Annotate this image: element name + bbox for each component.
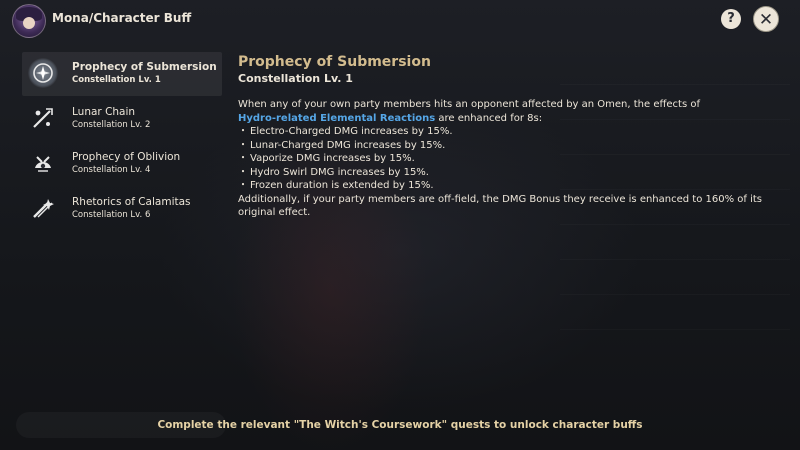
constellation-level: Constellation Lv. 1 — [72, 75, 161, 85]
buff-description: When any of your own party members hits … — [238, 98, 778, 220]
unlock-hint-bar: Complete the relevant "The Witch's Cours… — [0, 412, 800, 438]
constellation-list: Prophecy of Submersion Constellation Lv.… — [22, 52, 222, 231]
buff-effect-item: Hydro Swirl DMG increases by 15%. — [238, 166, 778, 180]
buff-effect-item: Frozen duration is extended by 15%. — [238, 179, 778, 193]
constellation-level: Constellation Lv. 4 — [72, 165, 151, 175]
avatar — [12, 4, 46, 38]
buff-subtitle: Constellation Lv. 1 — [238, 72, 353, 85]
help-button[interactable]: ? — [721, 9, 741, 29]
close-button[interactable]: ✕ — [753, 6, 779, 32]
constellation-item-prophecy-of-submersion[interactable]: Prophecy of Submersion Constellation Lv.… — [22, 52, 222, 96]
constellation-item-rhetorics-of-calamitas[interactable]: Rhetorics of Calamitas Constellation Lv.… — [22, 187, 222, 231]
buff-effect-item: Electro-Charged DMG increases by 15%. — [238, 125, 778, 139]
constellation-item-prophecy-of-oblivion[interactable]: Prophecy of Oblivion Constellation Lv. 4 — [22, 142, 222, 186]
buff-outro: Additionally, if your party members are … — [238, 193, 763, 219]
unlock-hint-text: Complete the relevant "The Witch's Cours… — [157, 419, 643, 431]
header-bar: Mona/Character Buff ? ✕ — [0, 0, 800, 40]
constellation-level: Constellation Lv. 2 — [72, 120, 151, 130]
buff-intro: When any of your own party members hits … — [238, 98, 778, 125]
buff-effect-item: Vaporize DMG increases by 15%. — [238, 152, 778, 166]
buff-intro-text: When any of your own party members hits … — [238, 99, 700, 110]
prophecy-of-oblivion-icon — [28, 148, 58, 178]
constellation-item-lunar-chain[interactable]: Lunar Chain Constellation Lv. 2 — [22, 97, 222, 141]
buff-detail-panel: Prophecy of Submersion Constellation Lv.… — [238, 53, 778, 220]
lunar-chain-icon — [28, 103, 58, 133]
constellation-name: Prophecy of Submersion — [72, 61, 217, 73]
buff-effects-list: Electro-Charged DMG increases by 15%. Lu… — [238, 125, 778, 193]
page-title: Mona/Character Buff — [52, 11, 192, 25]
hydro-reactions-link: Hydro-related Elemental Reactions — [238, 112, 436, 124]
buff-effect-item: Lunar-Charged DMG increases by 15%. — [238, 139, 778, 153]
constellation-name: Rhetorics of Calamitas — [72, 196, 191, 208]
constellation-name: Lunar Chain — [72, 106, 136, 118]
buff-intro-suffix: are enhanced for 8s: — [435, 112, 543, 124]
buff-title: Prophecy of Submersion — [238, 54, 431, 70]
constellation-name: Prophecy of Oblivion — [72, 151, 181, 163]
prophecy-of-submersion-icon — [28, 58, 58, 88]
constellation-level: Constellation Lv. 6 — [72, 210, 151, 220]
rhetorics-of-calamitas-icon — [28, 193, 58, 223]
